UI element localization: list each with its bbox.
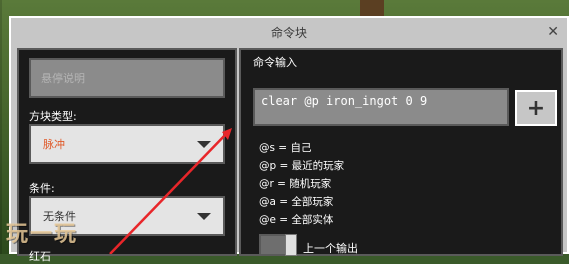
block-type-value: 脉冲	[43, 138, 65, 151]
condition-label: 条件:	[29, 182, 55, 195]
plus-icon: +	[526, 95, 546, 121]
help-line: @p = 最近的玩家	[259, 160, 345, 172]
command-input-label: 命令输入	[253, 56, 297, 69]
chevron-down-icon	[197, 213, 211, 220]
redstone-label: 红石	[29, 250, 51, 263]
command-block-window: 命令块 ✕ 悬停说明 方块类型: 脉冲 条件: 无条件 红石 命令输入 clea…	[9, 16, 569, 263]
block-type-dropdown[interactable]: 脉冲	[29, 124, 225, 164]
toggle-knob[interactable]	[285, 234, 297, 256]
title-bar: 命令块 ✕	[11, 18, 567, 46]
help-line: @e = 全部实体	[259, 214, 334, 226]
window-title: 命令块	[270, 25, 307, 40]
block-type-label: 方块类型:	[29, 110, 77, 123]
add-button[interactable]: +	[515, 90, 557, 126]
help-line: @a = 全部玩家	[259, 196, 334, 208]
hover-note-input[interactable]: 悬停说明	[29, 58, 225, 98]
help-line: @s = 自己	[259, 142, 312, 154]
close-icon[interactable]: ✕	[547, 24, 559, 40]
chevron-down-icon	[197, 141, 211, 148]
help-line: @r = 随机玩家	[259, 178, 332, 190]
previous-output-toggle[interactable]	[259, 234, 297, 256]
watermark-logo: 玩一玩	[6, 222, 79, 247]
right-panel: 命令输入 clear @p iron_ingot 0 9 + @s = 自己 @…	[239, 48, 563, 256]
command-input[interactable]: clear @p iron_ingot 0 9	[253, 88, 509, 126]
